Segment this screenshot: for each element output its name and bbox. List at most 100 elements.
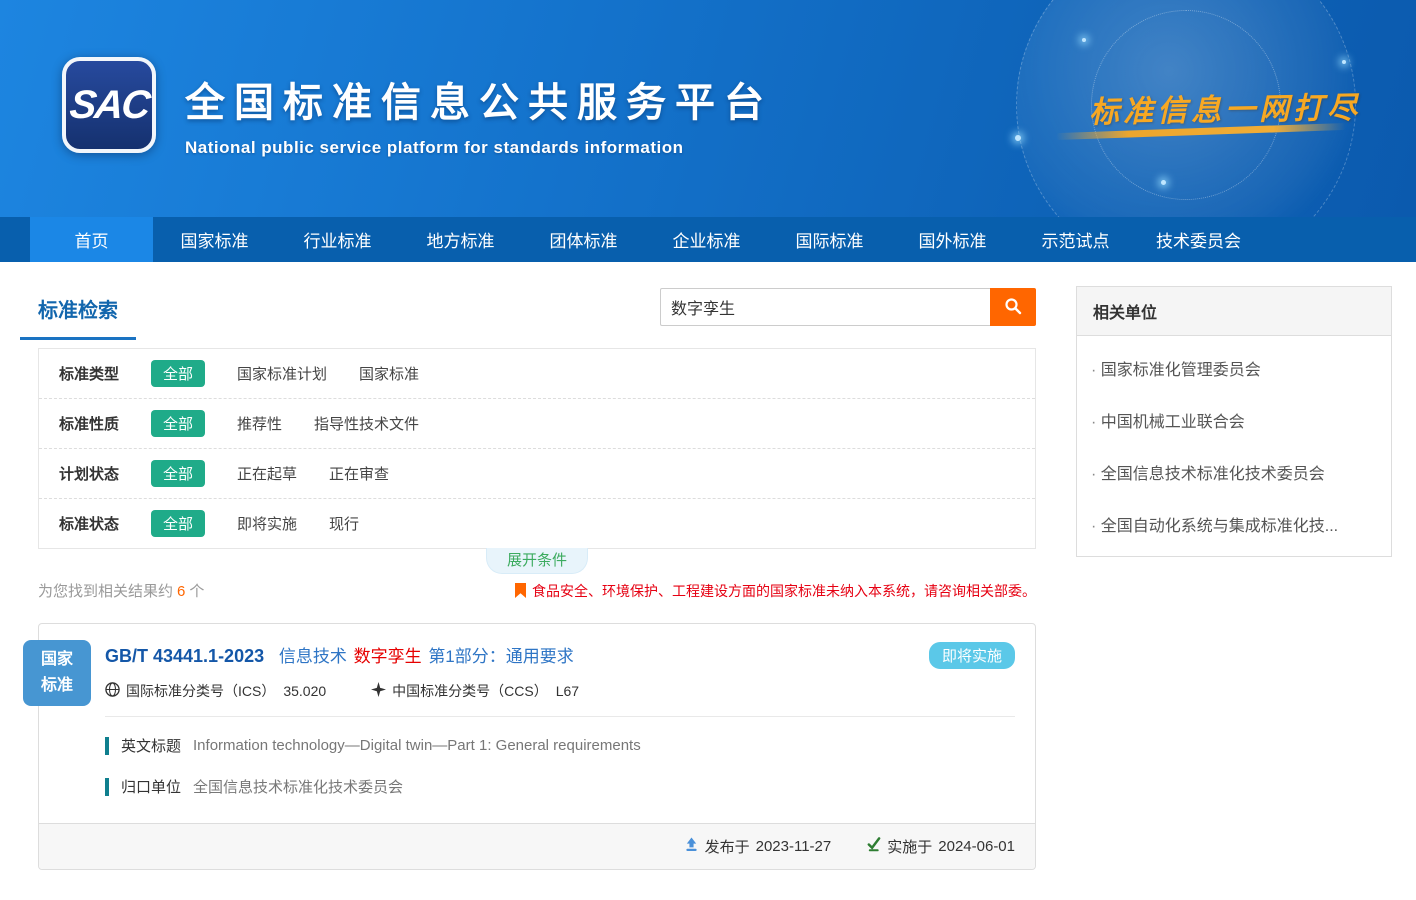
field-label: 英文标题 <box>121 735 181 756</box>
decorative-dot <box>1015 135 1021 141</box>
decorative-dot <box>1082 38 1086 42</box>
expand-wrap: 展开条件 <box>38 549 1036 574</box>
result-count: 为您找到相关结果约6个 <box>38 580 204 601</box>
result-count-prefix: 为您找到相关结果约 <box>38 583 173 600</box>
filter-all-button[interactable]: 全部 <box>151 410 205 437</box>
expand-conditions-button[interactable]: 展开条件 <box>486 548 588 574</box>
sac-logo: SAC <box>62 57 156 153</box>
filter-label: 标准性质 <box>59 413 151 434</box>
decorative-dot <box>1161 180 1166 185</box>
bookmark-icon <box>515 583 526 598</box>
related-units-title: 相关单位 <box>1077 287 1391 336</box>
nav-item-group-standards[interactable]: 团体标准 <box>522 217 645 262</box>
card-footer: 发布于 2023-11-27 实施于 2024-06-01 <box>39 823 1035 869</box>
notice-text: 食品安全、环境保护、工程建设方面的国家标准未纳入本系统，请咨询相关部委。 <box>532 581 1036 601</box>
search-icon <box>1004 297 1022 318</box>
field-bar <box>105 778 109 796</box>
standard-type-badge[interactable]: 国家 标准 <box>23 640 91 706</box>
filter-label: 标准类型 <box>59 363 151 384</box>
field-value: Information technology—Digital twin—Part… <box>193 737 641 754</box>
ics-value: 35.020 <box>283 683 326 699</box>
field-committee: 归口单位 全国信息技术标准化技术委员会 <box>105 776 1015 797</box>
type-badge-line1: 国家 <box>41 647 73 673</box>
filter-option[interactable]: 正在审查 <box>329 463 389 484</box>
published-label: 发布于 <box>705 836 750 857</box>
result-count-suffix: 个 <box>189 583 204 600</box>
site-title: 全国标准信息公共服务平台 <box>185 70 773 128</box>
filter-label: 标准状态 <box>59 513 151 534</box>
related-unit-link[interactable]: 中国机械工业联合会 <box>1077 394 1391 446</box>
title-part1: 信息技术 <box>279 647 347 666</box>
ics-item: 国际标准分类号（ICS） 35.020 <box>105 681 326 701</box>
field-bar <box>105 737 109 755</box>
nav-item-international-standards[interactable]: 国际标准 <box>768 217 891 262</box>
standard-title[interactable]: GB/T 43441.1-2023 信息技术 数字孪生 第1部分：通用要求 <box>105 642 1015 667</box>
search-section-head: 标准检索 <box>38 286 1036 348</box>
related-units-list: 国家标准化管理委员会 中国机械工业联合会 全国信息技术标准化技术委员会 全国自动… <box>1077 336 1391 556</box>
ccs-label: 中国标准分类号（CCS） <box>392 681 548 701</box>
filter-row-plan-status: 计划状态 全部 正在起草 正在审查 <box>39 448 1035 498</box>
standard-result-card: 国家 标准 即将实施 GB/T 43441.1-2023 信息技术 数字孪生 第… <box>38 623 1036 870</box>
nav-item-enterprise-standards[interactable]: 企业标准 <box>645 217 768 262</box>
title-highlight: 数字孪生 <box>354 647 422 666</box>
title-part2: 第1部分：通用要求 <box>428 647 573 666</box>
search-input[interactable] <box>660 288 990 326</box>
page-title: 标准检索 <box>20 286 136 340</box>
filter-all-button[interactable]: 全部 <box>151 510 205 537</box>
filter-all-button[interactable]: 全部 <box>151 460 205 487</box>
published-date: 2023-11-27 <box>756 838 832 855</box>
field-value: 全国信息技术标准化技术委员会 <box>193 776 403 797</box>
type-badge-line2: 标准 <box>41 673 73 699</box>
implemented-date: 2024-06-01 <box>938 838 1015 855</box>
search-group <box>660 288 1036 326</box>
ccs-item: 中国标准分类号（CCS） L67 <box>371 681 579 701</box>
field-label: 归口单位 <box>121 776 181 797</box>
filter-all-button[interactable]: 全部 <box>151 360 205 387</box>
filter-row-standard-type: 标准类型 全部 国家标准计划 国家标准 <box>39 349 1035 398</box>
search-button[interactable] <box>990 288 1036 326</box>
main-nav: 首页 国家标准 行业标准 地方标准 团体标准 企业标准 国际标准 国外标准 示范… <box>0 217 1416 262</box>
sac-logo-text: SAC <box>67 83 150 128</box>
filter-option[interactable]: 正在起草 <box>237 463 297 484</box>
nav-item-industry-standards[interactable]: 行业标准 <box>276 217 399 262</box>
filter-option[interactable]: 国家标准 <box>359 363 419 384</box>
related-unit-link[interactable]: 全国信息技术标准化技术委员会 <box>1077 446 1391 498</box>
implemented-date-item: 实施于 2024-06-01 <box>866 836 1015 857</box>
ccs-value: L67 <box>556 683 579 699</box>
filter-row-standard-nature: 标准性质 全部 推荐性 指导性技术文件 <box>39 398 1035 448</box>
nav-item-local-standards[interactable]: 地方标准 <box>399 217 522 262</box>
related-unit-link[interactable]: 全国自动化系统与集成标准化技... <box>1077 498 1391 550</box>
filter-row-standard-status: 标准状态 全部 即将实施 现行 <box>39 498 1035 548</box>
check-icon <box>866 837 887 856</box>
nav-item-foreign-standards[interactable]: 国外标准 <box>891 217 1014 262</box>
upload-icon <box>684 837 705 856</box>
filter-option[interactable]: 国家标准计划 <box>237 363 327 384</box>
globe-icon <box>105 682 126 700</box>
standard-code-link[interactable]: GB/T 43441.1-2023 <box>105 646 264 666</box>
compass-icon <box>371 682 392 700</box>
nav-item-national-standards[interactable]: 国家标准 <box>153 217 276 262</box>
decorative-dot <box>1342 60 1346 64</box>
field-english-title: 英文标题 Information technology—Digital twin… <box>105 735 1015 756</box>
main-column: 标准检索 标准类型 全部 国家标准计划 国家标准 <box>38 286 1036 870</box>
classification-meta: 国际标准分类号（ICS） 35.020 中国标准分类号（CCS） L67 <box>105 681 1015 717</box>
filter-option[interactable]: 现行 <box>329 513 359 534</box>
implemented-label: 实施于 <box>887 836 932 857</box>
result-info-row: 为您找到相关结果约6个 食品安全、环境保护、工程建设方面的国家标准未纳入本系统，… <box>38 580 1036 601</box>
filter-box: 标准类型 全部 国家标准计划 国家标准 标准性质 全部 推荐性 指导性技术文件 … <box>38 348 1036 549</box>
related-unit-link[interactable]: 国家标准化管理委员会 <box>1077 342 1391 394</box>
nav-item-home[interactable]: 首页 <box>30 217 153 262</box>
nav-item-technical-committee[interactable]: 技术委员会 <box>1137 217 1260 262</box>
filter-option[interactable]: 推荐性 <box>237 413 282 434</box>
related-units-panel: 相关单位 国家标准化管理委员会 中国机械工业联合会 全国信息技术标准化技术委员会… <box>1076 286 1392 557</box>
site-header: SAC 全国标准信息公共服务平台 National public service… <box>0 0 1416 217</box>
ics-label: 国际标准分类号（ICS） <box>126 681 275 701</box>
status-badge: 即将实施 <box>929 642 1015 669</box>
filter-option[interactable]: 即将实施 <box>237 513 297 534</box>
card-fields: 英文标题 Information technology—Digital twin… <box>39 717 1035 823</box>
filter-option[interactable]: 指导性技术文件 <box>314 413 419 434</box>
nav-item-pilot[interactable]: 示范试点 <box>1014 217 1137 262</box>
result-count-number: 6 <box>177 583 185 600</box>
filter-label: 计划状态 <box>59 463 151 484</box>
card-head: 即将实施 GB/T 43441.1-2023 信息技术 数字孪生 第1部分：通用… <box>39 624 1035 717</box>
